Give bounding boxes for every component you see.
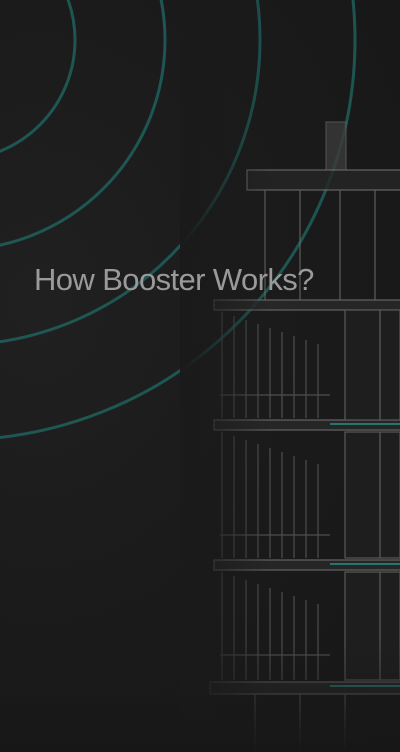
section-heading: How Booster Works? <box>34 262 314 297</box>
hero-section: How Booster Works? <box>0 0 400 752</box>
signal-rings <box>0 0 357 439</box>
signal-waves-illustration <box>0 0 400 752</box>
signal-ring <box>0 0 167 247</box>
signal-ring <box>0 0 77 153</box>
signal-ring <box>0 0 357 439</box>
